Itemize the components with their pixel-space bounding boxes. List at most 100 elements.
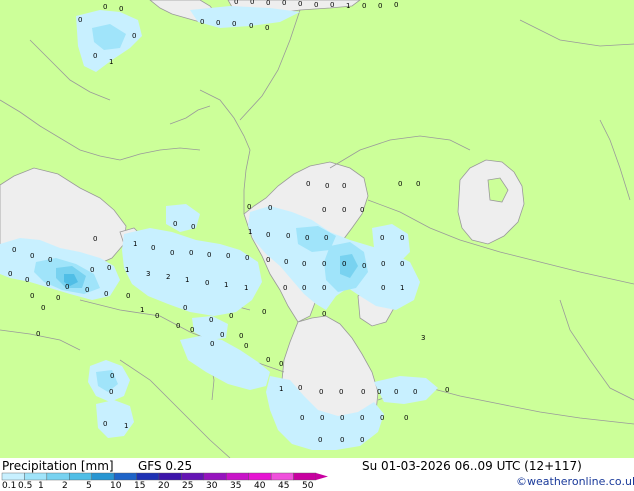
color-box: [113, 472, 137, 481]
color-box: [270, 472, 294, 481]
precip-value-label: 1: [125, 266, 129, 274]
precip-value-label: 3: [146, 270, 150, 278]
precip-value-label: 0: [200, 18, 204, 26]
color-scale: [1, 472, 328, 481]
precip-value-label: 0: [46, 280, 50, 288]
precip-value-label: 0: [300, 414, 304, 422]
precip-value-label: 3: [421, 334, 425, 342]
precip-value-label: 0: [126, 292, 130, 300]
precip-value-label: 0: [30, 292, 34, 300]
precip-value-label: 0: [250, 0, 254, 6]
precip-value-label: 0: [41, 304, 45, 312]
precip-value-label: 0: [103, 3, 107, 11]
precip-value-label: 0: [286, 232, 290, 240]
precip-value-label: 0: [305, 234, 309, 242]
precip-value-label: 1: [224, 281, 228, 289]
precip-value-label: 0: [322, 310, 326, 318]
color-box: [24, 472, 48, 481]
precip-value-label: 0: [268, 204, 272, 212]
precip-value-label: 1: [133, 240, 137, 248]
precip-value-label: 0: [298, 0, 302, 8]
precip-value-label: 0: [325, 182, 329, 190]
precip-value-label: 0: [12, 246, 16, 254]
precip-value-label: 0: [249, 22, 253, 30]
precip-value-label: 0: [244, 342, 248, 350]
precip-value-label: 0: [107, 264, 111, 272]
precip-value-label: 0: [282, 0, 286, 7]
precip-value-label: 0: [394, 388, 398, 396]
color-box: [69, 472, 92, 481]
precip-value-label: 0: [119, 5, 123, 13]
precip-value-label: 0: [416, 180, 420, 188]
precip-value-label: 0: [314, 1, 318, 9]
precip-value-label: 0: [324, 234, 328, 242]
precip-value-label: 0: [362, 262, 366, 270]
precip-value-label: 0: [220, 331, 224, 339]
legend-bar: Precipitation [mm] GFS 0.25 Su 01-03-202…: [0, 458, 634, 491]
precip-value-label: 0: [298, 384, 302, 392]
precip-value-label: 0: [400, 234, 404, 242]
precip-value-label: 0: [320, 414, 324, 422]
precip-value-label: 0: [183, 304, 187, 312]
precip-value-label: 0: [306, 180, 310, 188]
precip-value-label: 1: [346, 2, 350, 10]
precip-value-label: 0: [56, 294, 60, 302]
precipitation-map: 0 0 0 0 0 0 0 0 0 0 0 0 0 0 0 0 0 1 1 0 0 0 0 0 0 0 0 0 0 0 1 0 0 0 0 0 0 0 0 0…: [0, 0, 634, 458]
precip-value-label: 0: [245, 254, 249, 262]
color-box: [248, 472, 272, 481]
precip-value-label: 1: [185, 276, 189, 284]
precip-value-label: 0: [189, 249, 193, 257]
precip-value-label: 0: [330, 1, 334, 9]
precip-value-label: 0: [360, 414, 364, 422]
precip-value-label: 0: [381, 260, 385, 268]
precip-value-label: 0: [209, 316, 213, 324]
precip-value-label: 2: [166, 273, 170, 281]
precip-value-label: 0: [380, 414, 384, 422]
precip-value-label: 0: [322, 206, 326, 214]
precip-value-label: 0: [279, 360, 283, 368]
precip-value-label: 0: [342, 182, 346, 190]
precip-value-label: 0: [90, 266, 94, 274]
precip-value-label: 0: [283, 284, 287, 292]
color-scale-arrow: [316, 473, 328, 480]
precip-value-label: 0: [103, 420, 107, 428]
precip-value-label: 0: [398, 180, 402, 188]
color-box: [1, 472, 25, 481]
precip-value-label: 0: [381, 284, 385, 292]
precip-value-label: 0: [302, 260, 306, 268]
precip-value-label: 0: [266, 356, 270, 364]
precip-value-label: 0: [361, 388, 365, 396]
precip-value-label: 0: [191, 223, 195, 231]
precip-value-label: 1: [244, 284, 248, 292]
precip-value-label: 1: [400, 284, 404, 292]
precip-value-label: 0: [229, 312, 233, 320]
color-box: [181, 472, 205, 481]
precip-value-label: 0: [216, 19, 220, 27]
precip-value-label: 0: [445, 386, 449, 394]
precip-value-label: 0: [232, 20, 236, 28]
precip-value-label: 0: [394, 1, 398, 9]
precip-value-label: 0: [239, 332, 243, 340]
precip-value-label: 0: [78, 16, 82, 24]
precip-value-label: 1: [279, 385, 283, 393]
precip-value-label: 0: [170, 249, 174, 257]
precip-value-label: 0: [173, 220, 177, 228]
precip-value-label: 0: [132, 32, 136, 40]
precip-value-label: 0: [380, 234, 384, 242]
precip-value-label: 0: [400, 260, 404, 268]
precip-value-label: 0: [322, 260, 326, 268]
precip-value-label: 0: [378, 2, 382, 10]
precip-value-label: 0: [266, 0, 270, 7]
precip-value-label: 0: [339, 388, 343, 396]
precip-value-label: 0: [25, 276, 29, 284]
precip-value-label: 1: [248, 228, 252, 236]
precip-value-label: 0: [319, 388, 323, 396]
precip-value-label: 0: [340, 436, 344, 444]
precip-value-label: 0: [322, 284, 326, 292]
precip-value-label: 0: [377, 388, 381, 396]
precip-value-label: 0: [151, 244, 155, 252]
precip-value-label: 0: [190, 326, 194, 334]
precip-value-label: 0: [318, 436, 322, 444]
color-box: [158, 472, 182, 481]
precip-value-label: 0: [8, 270, 12, 278]
